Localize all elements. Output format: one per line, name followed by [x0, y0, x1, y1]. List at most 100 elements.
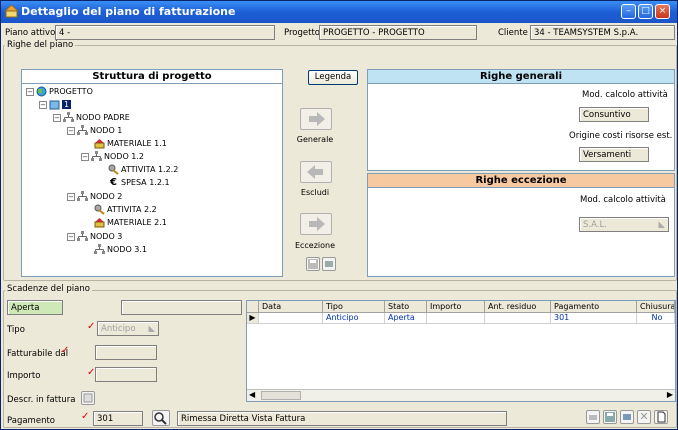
descr-label: Descr. in fattura [7, 395, 76, 405]
pagamento-desc-field: Rimessa Diretta Vista Fattura [177, 411, 507, 426]
tree-node-materiale-1-1[interactable]: MATERIALE 1.1 [94, 138, 167, 149]
eccezione-label: Eccezione [294, 241, 336, 250]
delete-icon[interactable]: ✕ [637, 410, 651, 424]
activity-icon [94, 204, 105, 215]
fatturabile-field[interactable] [95, 345, 157, 360]
column-header-pagamento[interactable]: Pagamento [551, 301, 637, 313]
table-cell[interactable] [485, 313, 551, 324]
scroll-right-icon[interactable]: ▶ [667, 390, 673, 399]
generali-mod-calcolo-field[interactable]: Consuntivo [579, 107, 649, 122]
eccezione-arrow-button[interactable] [300, 213, 332, 235]
pagamento-field[interactable]: 301 [93, 411, 143, 426]
tree-node-nodo-2[interactable]: − NODO 2 [67, 191, 122, 202]
required-check-icon: ✓ [81, 411, 90, 422]
tree-node-nodo-3-1[interactable]: NODO 3.1 [94, 244, 147, 255]
save-icon[interactable] [603, 410, 617, 424]
column-header-chiusura[interactable]: Chiusura [637, 301, 675, 313]
table-cell[interactable] [427, 313, 485, 324]
node-icon [63, 112, 74, 122]
stato-extra-field[interactable] [121, 300, 242, 315]
undo-icon[interactable] [620, 410, 634, 424]
table-cell[interactable]: No [637, 313, 675, 324]
project-icon [36, 86, 47, 97]
maximize-button[interactable]: □ [638, 4, 653, 19]
tree-node-nodo-1[interactable]: − NODO 1 [67, 125, 122, 136]
node-icon [77, 191, 88, 201]
tree-node-nodo-3[interactable]: − NODO 3 [67, 231, 122, 242]
dropdown-icon[interactable]: ◣ [148, 323, 155, 335]
cliente-label: Cliente [498, 28, 528, 38]
legenda-button[interactable]: Legenda [308, 70, 358, 85]
node-icon [94, 244, 105, 254]
new-document-icon[interactable] [654, 410, 668, 424]
escludi-arrow-button[interactable] [300, 161, 332, 183]
tree-node-attivita-2-2[interactable]: ATTIVITA 2.2 [94, 204, 157, 215]
expense-icon: € [110, 177, 117, 188]
close-button[interactable]: × [655, 4, 670, 19]
stato-badge: Aperta [7, 300, 63, 315]
app-icon [5, 5, 18, 18]
column-header-stato[interactable]: Stato [385, 301, 427, 313]
piano-field[interactable]: 4 - [55, 25, 275, 40]
window-title: Dettaglio del piano di fatturazione [21, 5, 236, 18]
importo-label: Importo [7, 371, 41, 381]
print-icon[interactable] [586, 410, 600, 424]
generale-arrow-button[interactable] [300, 108, 332, 130]
eccezione-mod-calcolo-field[interactable]: S.A.L. ◣ [579, 217, 669, 232]
table-cell[interactable]: 301 [551, 313, 637, 324]
righe-eccezione-title: Righe eccezione [368, 174, 674, 188]
generale-label: Generale [296, 135, 334, 144]
scadenze-group-label: Scadenze del piano [5, 284, 92, 294]
table-cell[interactable] [259, 313, 323, 324]
tree-node-spesa-1-2-1[interactable]: € SPESA 1.2.1 [108, 177, 170, 188]
arrow-left-icon [307, 165, 323, 179]
column-header-importo[interactable]: Importo [427, 301, 485, 313]
struttura-panel: Struttura di progetto − PROGETTO − 1 − N… [21, 69, 283, 277]
collapse-icon[interactable]: − [53, 113, 61, 122]
righe-group-label: Righe del piano [5, 40, 76, 50]
column-header-ant-residuo[interactable]: Ant. residuo [485, 301, 551, 313]
arrow-right-icon [309, 112, 325, 126]
collapse-icon[interactable]: − [26, 87, 34, 96]
tipo-field[interactable]: Anticipo ◣ [97, 321, 159, 336]
tree-node-attivita-1-2-2[interactable]: ATTIVITA 1.2.2 [108, 164, 178, 175]
title-bar[interactable]: Dettaglio del piano di fatturazione – □ … [1, 1, 677, 23]
scadenze-grid: Data Tipo Stato Importo Ant. residuo Pag… [246, 300, 676, 402]
edit-text-icon[interactable] [81, 391, 95, 405]
tipo-label: Tipo [7, 325, 25, 335]
collapse-icon[interactable]: − [67, 232, 75, 241]
scroll-thumb[interactable] [261, 391, 301, 400]
collapse-icon[interactable]: − [81, 152, 89, 161]
table-cell[interactable]: Anticipo [323, 313, 385, 324]
scroll-left-icon[interactable]: ◀ [249, 390, 255, 399]
save-icon[interactable] [306, 257, 320, 271]
pagamento-label: Pagamento [7, 416, 55, 426]
collapse-icon[interactable]: − [39, 100, 47, 109]
required-check-icon: ✓ [87, 321, 96, 332]
undo-icon[interactable] [322, 257, 336, 271]
generali-origine-label: Origine costi risorse est. [569, 131, 673, 141]
cliente-field[interactable]: 34 - TEAMSYSTEM S.p.A. [530, 25, 675, 40]
tree-node-nodo-1-2[interactable]: − NODO 1.2 [81, 151, 144, 162]
generali-origine-field[interactable]: Versamenti [579, 147, 649, 162]
column-header-data[interactable]: Data [259, 301, 323, 313]
importo-field[interactable] [95, 367, 157, 382]
tree-node-1[interactable]: − 1 [39, 99, 72, 110]
search-lookup-icon[interactable] [152, 410, 170, 426]
tree-node-nodo-padre[interactable]: − NODO PADRE [53, 112, 130, 123]
collapse-icon[interactable]: − [67, 192, 75, 201]
minimize-button[interactable]: – [621, 4, 636, 19]
arrow-right-icon [309, 217, 325, 231]
row-selector-icon[interactable]: ▶ [247, 313, 259, 324]
node-icon [77, 231, 88, 241]
column-header-tipo[interactable]: Tipo [323, 301, 385, 313]
dropdown-icon[interactable]: ◣ [658, 219, 665, 231]
progetto-field[interactable]: PROGETTO - PROGETTO [319, 25, 477, 40]
tree-node-progetto[interactable]: − PROGETTO [26, 86, 93, 97]
table-cell[interactable]: Aperta [385, 313, 427, 324]
horizontal-scrollbar[interactable]: ◀ ▶ [247, 389, 675, 401]
grid-corner [247, 301, 259, 313]
collapse-icon[interactable]: − [67, 126, 75, 135]
generali-mod-calcolo-label: Mod. calcolo attività [582, 90, 668, 100]
tree-node-materiale-2-1[interactable]: MATERIALE 2.1 [94, 217, 167, 228]
